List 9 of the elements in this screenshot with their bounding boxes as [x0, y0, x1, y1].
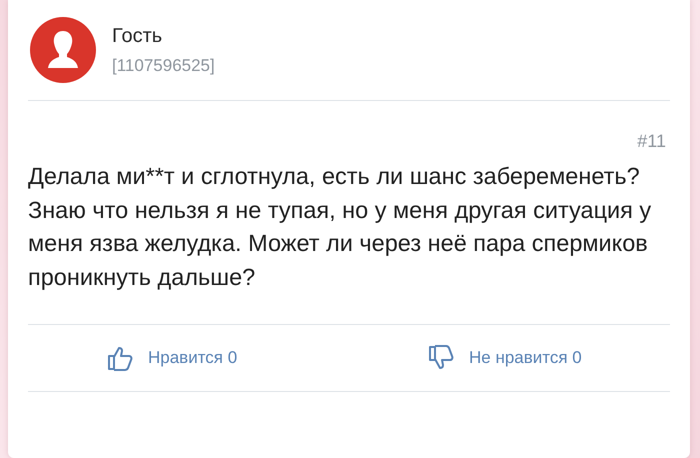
- thumbs-up-icon: [106, 344, 134, 372]
- thumbs-down-icon: [427, 344, 455, 372]
- dislike-button[interactable]: Не нравится 0: [427, 344, 670, 372]
- avatar-icon: [30, 17, 96, 83]
- author-id: [1107596525]: [112, 56, 215, 76]
- post-number: #11: [637, 131, 666, 152]
- author-name: Гость: [112, 24, 164, 48]
- post-text: Делала ми**т и сглотнула, есть ли шанс забеременеть? Знаю что нельзя я не тупая, но у меня другая ситуация у меня язва желудка. Может ли через неё пара спермиков проникнуть дальше?: [28, 160, 670, 325]
- like-button[interactable]: Нравится 0: [106, 344, 349, 372]
